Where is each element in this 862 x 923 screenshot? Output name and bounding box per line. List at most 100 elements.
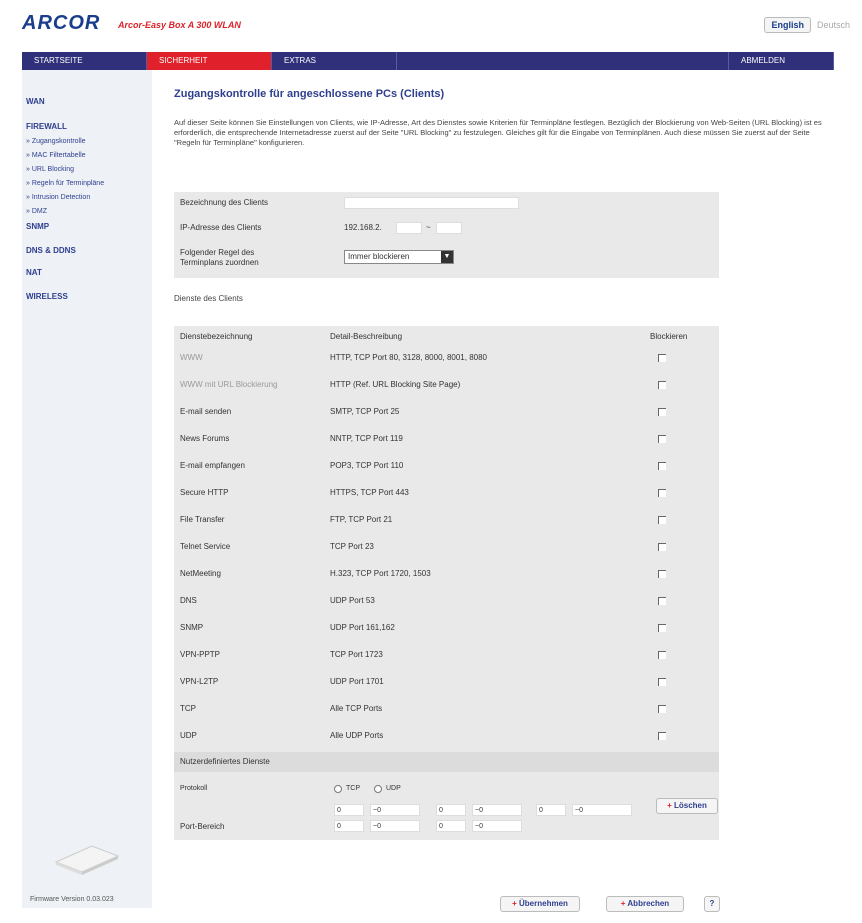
nav-startseite[interactable]: STARTSEITE: [22, 52, 147, 70]
cancel-button[interactable]: + Abbrechen: [606, 896, 684, 912]
block-checkbox[interactable]: [658, 624, 666, 632]
table-row: SNMP UDP Port 161,162: [174, 616, 719, 642]
block-checkbox[interactable]: [658, 381, 666, 389]
sidebar-item-zugangskontrolle[interactable]: » Zugangskontrolle: [26, 138, 86, 145]
nav-abmelden[interactable]: ABMELDEN: [729, 52, 834, 70]
table-row: Secure HTTP HTTPS, TCP Port 443: [174, 481, 719, 507]
client-ip-start-input[interactable]: [396, 222, 422, 234]
sidebar-item-intrusion[interactable]: » Intrusion Detection: [26, 194, 90, 201]
table-row: WWW HTTP, TCP Port 80, 3128, 8000, 8001, …: [174, 346, 719, 372]
service-name: E-mail empfangen: [180, 461, 245, 470]
table-row: NetMeeting H.323, TCP Port 1720, 1503: [174, 562, 719, 588]
sidebar-item-mac-filter[interactable]: » MAC Filtertabelle: [26, 152, 86, 159]
service-name: VPN-PPTP: [180, 650, 221, 659]
custom-services-header: Nutzerdefiniertes Dienste: [174, 752, 719, 772]
sidebar-item-wan[interactable]: WAN: [26, 97, 45, 106]
table-row: File Transfer FTP, TCP Port 21: [174, 508, 719, 534]
client-form: Bezeichnung des Clients IP-Adresse des C…: [174, 192, 719, 278]
table-row: E-mail senden SMTP, TCP Port 25: [174, 400, 719, 426]
service-desc: TCP Port 1723: [330, 650, 383, 659]
client-ip-end-input[interactable]: [436, 222, 462, 234]
block-checkbox[interactable]: [658, 516, 666, 524]
sidebar-item-wireless[interactable]: WIRELESS: [26, 292, 68, 301]
plus-icon: +: [512, 899, 517, 908]
block-checkbox[interactable]: [658, 732, 666, 740]
block-checkbox[interactable]: [658, 435, 666, 443]
block-checkbox[interactable]: [658, 678, 666, 686]
main-content: Zugangskontrolle für angeschlossene PCs …: [174, 88, 834, 912]
radio-udp[interactable]: [374, 785, 382, 793]
table-row: UDP Alle UDP Ports: [174, 724, 719, 750]
service-desc: SMTP, TCP Port 25: [330, 407, 400, 416]
language-english-button[interactable]: English: [764, 17, 811, 33]
port-from-input[interactable]: 0: [536, 804, 566, 816]
delete-label: Löschen: [674, 801, 707, 810]
table-row: WWW mit URL Blockierung HTTP (Ref. URL Bl…: [174, 373, 719, 399]
firmware-version: Firmware Version 0.03.023: [30, 896, 114, 903]
language-switcher: English Deutsch: [764, 17, 850, 33]
block-checkbox[interactable]: [658, 651, 666, 659]
table-row: Telnet Service TCP Port 23: [174, 535, 719, 561]
block-checkbox[interactable]: [658, 705, 666, 713]
sidebar-item-dns[interactable]: DNS & DDNS: [26, 246, 76, 255]
port-to-input[interactable]: ~0: [572, 804, 632, 816]
service-name: VPN-L2TP: [180, 677, 219, 686]
port-from-input[interactable]: 0: [436, 820, 466, 832]
port-from-input[interactable]: 0: [436, 804, 466, 816]
protocol-label: Protokoll: [180, 785, 208, 792]
sidebar-item-nat[interactable]: NAT: [26, 268, 42, 277]
schedule-rule-select[interactable]: Immer blockieren ▼: [344, 250, 454, 264]
nav-sicherheit[interactable]: SICHERHEIT: [147, 52, 272, 70]
port-to-input[interactable]: ~0: [370, 820, 420, 832]
router-image: [54, 845, 120, 875]
block-checkbox[interactable]: [658, 489, 666, 497]
page-title: Zugangskontrolle für angeschlossene PCs …: [174, 88, 445, 100]
sidebar-item-snmp[interactable]: SNMP: [26, 222, 49, 231]
block-checkbox[interactable]: [658, 354, 666, 362]
port-to-input[interactable]: ~0: [472, 820, 522, 832]
service-name: UDP: [180, 731, 197, 740]
apply-button[interactable]: + Übernehmen: [500, 896, 580, 912]
block-checkbox[interactable]: [658, 408, 666, 416]
port-to-input[interactable]: ~0: [472, 804, 522, 816]
sidebar-item-firewall[interactable]: FIREWALL: [26, 122, 67, 131]
nav-spacer: [397, 52, 729, 70]
main-nav: STARTSEITE SICHERHEIT EXTRAS ABMELDEN: [22, 52, 834, 70]
service-desc: UDP Port 161,162: [330, 623, 395, 632]
nav-extras[interactable]: EXTRAS: [272, 52, 397, 70]
service-name: DNS: [180, 596, 197, 605]
delete-button[interactable]: + Löschen: [656, 798, 718, 814]
port-to-input[interactable]: ~0: [370, 804, 420, 816]
service-desc: TCP Port 23: [330, 542, 374, 551]
custom-services-title: Nutzerdefiniertes Dienste: [180, 757, 270, 766]
block-checkbox[interactable]: [658, 570, 666, 578]
help-button[interactable]: ?: [704, 896, 720, 912]
sidebar-item-url-blocking[interactable]: » URL Blocking: [26, 166, 74, 173]
service-desc: HTTP (Ref. URL Blocking Site Page): [330, 380, 461, 389]
table-row: VPN-PPTP TCP Port 1723: [174, 643, 719, 669]
schedule-rule-value: Immer blockieren: [348, 252, 410, 261]
port-from-input[interactable]: 0: [334, 804, 364, 816]
client-ip-label: IP-Adresse des Clients: [180, 223, 262, 232]
chevron-down-icon: ▼: [441, 251, 453, 263]
block-checkbox[interactable]: [658, 597, 666, 605]
port-range-label: Port-Bereich: [180, 822, 225, 831]
service-name: Secure HTTP: [180, 488, 229, 497]
radio-tcp-label: TCP: [346, 785, 360, 792]
service-desc: UDP Port 53: [330, 596, 375, 605]
client-name-input[interactable]: [344, 197, 519, 209]
apply-label: Übernehmen: [519, 899, 568, 908]
port-from-input[interactable]: 0: [334, 820, 364, 832]
intro-text: Auf dieser Seite können Sie Einstellunge…: [174, 118, 822, 147]
sidebar-item-dmz[interactable]: » DMZ: [26, 208, 47, 215]
services-section-label: Dienste des Clients: [174, 294, 243, 303]
table-row: News Forums NNTP, TCP Port 119: [174, 427, 719, 453]
service-desc: UDP Port 1701: [330, 677, 384, 686]
radio-tcp[interactable]: [334, 785, 342, 793]
schedule-rule-label: Folgender Regel des Terminplans zuordnen: [180, 248, 259, 267]
sidebar-item-terminplaene[interactable]: » Regeln für Terminpläne: [26, 180, 104, 187]
block-checkbox[interactable]: [658, 462, 666, 470]
language-deutsch-link[interactable]: Deutsch: [817, 20, 850, 30]
service-desc: FTP, TCP Port 21: [330, 515, 393, 524]
block-checkbox[interactable]: [658, 543, 666, 551]
